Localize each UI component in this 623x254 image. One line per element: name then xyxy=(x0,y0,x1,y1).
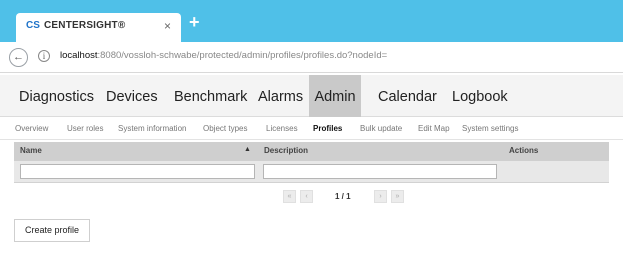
nav-logbook[interactable]: Logbook xyxy=(452,75,508,117)
subnav-object-types[interactable]: Object types xyxy=(203,124,247,133)
info-icon[interactable]: i xyxy=(38,50,50,62)
page-info: 1 / 1 xyxy=(335,192,351,201)
filter-row xyxy=(14,161,609,183)
url-field[interactable]: localhost:8080/vossloh-schwabe/protected… xyxy=(60,50,387,61)
description-filter-input[interactable] xyxy=(263,164,497,179)
subnav-bulk-update[interactable]: Bulk update xyxy=(360,124,402,133)
tab-title: CENTERSIGHT® xyxy=(44,20,126,31)
nav-devices[interactable]: Devices xyxy=(106,75,158,117)
address-bar: ← i localhost:8080/vossloh-schwabe/prote… xyxy=(0,42,623,73)
column-header-description[interactable]: Description xyxy=(264,146,308,155)
sort-ascending-icon[interactable]: ▲ xyxy=(244,146,251,153)
first-page-icon[interactable]: « xyxy=(283,190,296,203)
prev-page-icon[interactable]: ‹ xyxy=(300,190,313,203)
nav-benchmark[interactable]: Benchmark xyxy=(174,75,247,117)
new-tab-icon[interactable]: + xyxy=(189,12,200,33)
subnav-system-information[interactable]: System information xyxy=(118,124,186,133)
nav-diagnostics[interactable]: Diagnostics xyxy=(19,75,94,117)
next-page-icon[interactable]: › xyxy=(374,190,387,203)
table-header: Name ▲ Description Actions xyxy=(14,142,609,161)
nav-admin[interactable]: Admin xyxy=(309,75,361,117)
app-logo-icon: CS xyxy=(26,20,40,31)
browser-tab-strip: CS CENTERSIGHT® × + xyxy=(0,0,623,42)
subnav-user-roles[interactable]: User roles xyxy=(67,124,103,133)
subnav-profiles[interactable]: Profiles xyxy=(313,124,342,133)
close-icon[interactable]: × xyxy=(164,19,171,33)
last-page-icon[interactable]: » xyxy=(391,190,404,203)
subnav-overview[interactable]: Overview xyxy=(15,124,48,133)
column-header-actions: Actions xyxy=(509,146,539,155)
column-header-name[interactable]: Name xyxy=(20,146,42,155)
nav-calendar[interactable]: Calendar xyxy=(378,75,437,117)
admin-sub-nav: Overview User roles System information O… xyxy=(0,118,623,140)
nav-alarms[interactable]: Alarms xyxy=(258,75,303,117)
subnav-licenses[interactable]: Licenses xyxy=(266,124,298,133)
main-nav: Diagnostics Devices Benchmark Alarms Adm… xyxy=(0,75,623,117)
subnav-edit-map[interactable]: Edit Map xyxy=(418,124,450,133)
subnav-system-settings[interactable]: System settings xyxy=(462,124,518,133)
back-arrow-icon[interactable]: ← xyxy=(9,48,28,67)
create-profile-button[interactable]: Create profile xyxy=(14,219,90,242)
name-filter-input[interactable] xyxy=(20,164,255,179)
url-path: :8080/vossloh-schwabe/protected/admin/pr… xyxy=(97,50,388,61)
url-host: localhost xyxy=(60,50,98,61)
browser-tab[interactable]: CS CENTERSIGHT® × xyxy=(16,13,181,42)
